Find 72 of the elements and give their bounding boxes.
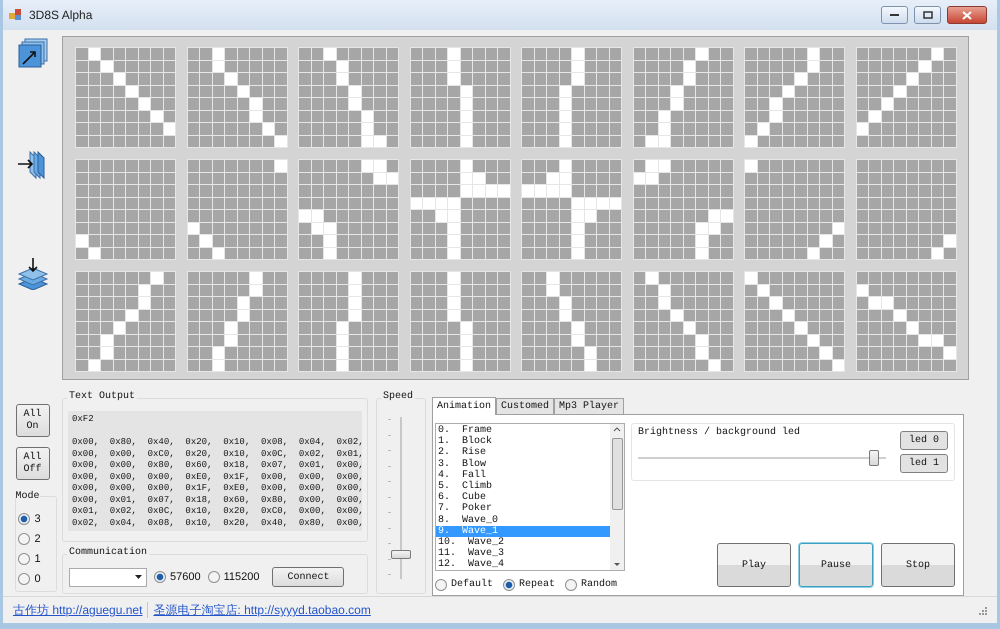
led-button[interactable]: led 1	[900, 454, 948, 473]
caret-icon	[135, 575, 142, 579]
radio-button[interactable]	[18, 533, 30, 545]
status-link[interactable]: 古作坊 http://aguegu.net	[13, 601, 142, 619]
port-dropdown[interactable]	[69, 568, 147, 586]
app-icon	[9, 9, 23, 21]
list-item[interactable]: 4. Fall	[436, 470, 610, 481]
list-item[interactable]: 8. Wave_0	[436, 514, 610, 526]
radio-label: 3	[34, 512, 41, 527]
output-line: 0x00, 0x00, 0x00, 0x1F, 0xE0, 0x00, 0x00, 0x00,	[72, 483, 364, 494]
scroll-thumb[interactable]	[612, 438, 622, 510]
list-item[interactable]: 2. Rise	[436, 447, 610, 459]
output-line: 0xF2	[72, 414, 94, 426]
led-button[interactable]: led 0	[900, 431, 948, 450]
maximize-button[interactable]	[914, 6, 941, 24]
animation-list[interactable]: 0. Frame 1. Block 2. Rise 3. Blow 4. Fall 5. Climb 6. Cube 7. Poker 8. Wave_0 9. Wave_1 10. Wave_2 11. Wave_3 12. Wave_4	[435, 423, 625, 571]
radio-button[interactable]	[18, 553, 30, 565]
power-button[interactable]: All On	[16, 404, 50, 437]
brightness-slider[interactable]	[638, 450, 886, 466]
list-item[interactable]: 6. Cube	[436, 492, 610, 504]
radio-label: Repeat	[519, 578, 556, 592]
list-item[interactable]: 12. Wave_4	[436, 559, 610, 570]
list-item[interactable]: 1. Block	[436, 436, 610, 448]
connect-button[interactable]: Connect	[272, 567, 344, 587]
radio-button[interactable]	[18, 513, 30, 525]
tab[interactable]: Animation	[432, 397, 496, 415]
status-link[interactable]: 圣源电子淘宝店: http://syyyd.taobao.com	[153, 601, 371, 619]
output-line: 0x00, 0x00, 0x80, 0x60, 0x18, 0x07, 0x01, 0x00,	[72, 460, 364, 472]
list-item[interactable]: 3. Blow	[436, 458, 610, 470]
radio-button[interactable]	[565, 578, 578, 590]
playback-button[interactable]: Pause	[799, 543, 873, 587]
close-button[interactable]	[947, 6, 987, 24]
radio-button[interactable]	[18, 573, 30, 585]
list-item[interactable]: 11. Wave_3	[436, 548, 610, 560]
output-line: 0x00, 0x80, 0x40, 0x20, 0x10, 0x08, 0x04, 0x02,	[72, 437, 364, 448]
list-item[interactable]: 7. Poker	[436, 503, 610, 514]
minimize-icon	[890, 13, 899, 17]
radio-label: 57600	[170, 570, 201, 585]
restore-icon	[922, 11, 932, 19]
resize-grip-icon	[977, 605, 987, 615]
radio-label: Random	[581, 578, 618, 592]
radio-label: 0	[34, 572, 41, 587]
tab[interactable]: Mp3 Player	[554, 398, 624, 414]
list-item[interactable]: 10. Wave_2	[436, 536, 610, 548]
list-item[interactable]: 0. Frame	[436, 425, 610, 436]
minimize-button[interactable]	[881, 6, 908, 24]
playback-button[interactable]: Stop	[881, 543, 955, 587]
radio-button[interactable]	[208, 571, 220, 583]
stack-arrow-icon[interactable]	[16, 258, 48, 290]
group-title: Brightness / background led	[638, 426, 800, 440]
radio-label: Default	[451, 578, 494, 592]
radio-button[interactable]	[435, 578, 447, 590]
playback-button[interactable]: Play	[717, 543, 791, 587]
slider-thumb[interactable]	[391, 550, 411, 559]
radio-label: 2	[34, 532, 41, 547]
layers-arrow-icon[interactable]	[16, 38, 48, 70]
output-line: 0x00, 0x01, 0x07, 0x18, 0x60, 0x80, 0x00, 0x00,	[72, 494, 364, 506]
radio-button[interactable]	[503, 578, 516, 590]
tab[interactable]: Customed	[496, 398, 554, 414]
window-title: 3D8S Alpha	[29, 7, 92, 24]
output-line: 0x00, 0x00, 0x00, 0xE0, 0x1F, 0x00, 0x00, 0x00,	[72, 472, 364, 483]
radio-button[interactable]	[154, 571, 166, 583]
close-icon	[962, 10, 972, 20]
slider-thumb[interactable]	[868, 450, 879, 466]
scrollbar[interactable]	[610, 424, 624, 570]
output-line: 0x00, 0x00, 0xC0, 0x20, 0x10, 0x0C, 0x02, 0x01,	[72, 448, 364, 460]
output-line: 0x02, 0x04, 0x08, 0x10, 0x20, 0x40, 0x80, 0x00,	[72, 518, 364, 529]
output-line: 0x01, 0x02, 0x0C, 0x10, 0x20, 0xC0, 0x00, 0x00,	[72, 506, 364, 518]
power-button[interactable]: All Off	[16, 447, 50, 480]
radio-label: 115200	[224, 570, 260, 585]
radio-label: 1	[34, 552, 41, 567]
list-item[interactable]: 5. Climb	[436, 480, 610, 492]
